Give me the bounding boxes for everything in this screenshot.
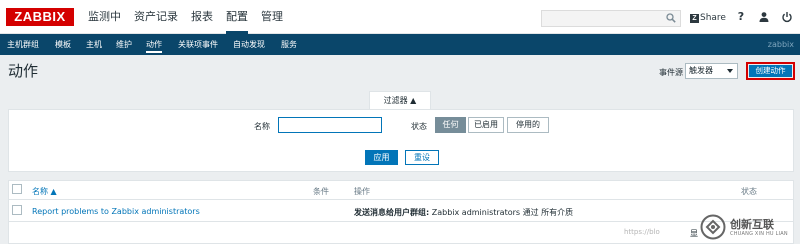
create-action-label: 创建动作: [749, 65, 792, 77]
search-box: [541, 10, 681, 27]
subnav-discovery[interactable]: 自动发现: [233, 34, 265, 55]
power-icon[interactable]: [781, 11, 793, 23]
filter-panel: [8, 109, 794, 172]
main-menu: 监测中 资产记录 报表 配置 管理: [88, 0, 296, 34]
status-option-enabled[interactable]: 已启用: [468, 117, 504, 133]
subnav-actions[interactable]: 动作: [146, 34, 162, 55]
share-link[interactable]: Z Share: [690, 12, 726, 24]
search-input[interactable]: [542, 11, 666, 26]
brand-logo-icon: [700, 214, 726, 240]
sub-navigation: 主机群组 模板 主机 维护 动作 关联项事件 自动发现 服务 zabbix: [0, 34, 800, 55]
filter-name-input[interactable]: [278, 117, 382, 133]
menu-monitoring[interactable]: 监测中: [88, 0, 121, 34]
user-icon[interactable]: [758, 11, 770, 23]
watermark-url: https://blo: [624, 228, 660, 236]
header-divider: [8, 199, 794, 200]
watermark-logo: 创新互联 CHUANG XIN HU LIAN: [700, 210, 800, 244]
menu-reports[interactable]: 报表: [191, 0, 213, 34]
subnav-correlation[interactable]: 关联项事件: [178, 34, 218, 55]
operations-bold: 发送消息给用户群组:: [354, 208, 430, 217]
column-name[interactable]: 名称 ▲: [32, 186, 57, 197]
watermark-brand-sub: CHUANG XIN HU LIAN: [730, 230, 788, 237]
menu-inventory[interactable]: 资产记录: [134, 0, 178, 34]
status-option-disabled[interactable]: 停用的: [507, 117, 549, 133]
page-title: 动作: [8, 62, 39, 80]
action-name-link[interactable]: Report problems to Zabbix administrators: [32, 207, 200, 216]
operations-detail: Zabbix administrators 通过 所有介质: [429, 208, 574, 217]
zabbix-share-icon: Z: [690, 13, 699, 23]
row-divider: [8, 221, 794, 222]
action-operations: 发送消息给用户群组: Zabbix administrators 通过 所有介质: [354, 207, 573, 218]
chevron-down-icon: [727, 69, 733, 73]
share-label: Share: [700, 13, 726, 23]
column-operations: 操作: [354, 187, 370, 196]
create-action-button[interactable]: 创建动作: [746, 62, 795, 80]
subnav-templates[interactable]: 模板: [55, 34, 71, 55]
action-status[interactable]: 显: [690, 228, 698, 239]
subnav-host-groups[interactable]: 主机群组: [7, 34, 39, 55]
search-icon[interactable]: [666, 13, 676, 23]
subnav-services[interactable]: 服务: [281, 34, 297, 55]
watermark-brand: 创新互联: [730, 217, 774, 231]
column-conditions: 条件: [313, 187, 329, 196]
event-source-value: 触发器: [689, 66, 713, 75]
status-option-any[interactable]: 任何: [435, 117, 466, 133]
filter-tab[interactable]: 过滤器 ▲: [369, 91, 431, 109]
apply-button[interactable]: 应用: [365, 150, 398, 165]
subnav-hosts[interactable]: 主机: [86, 34, 102, 55]
select-all-checkbox[interactable]: [12, 184, 22, 194]
row-checkbox[interactable]: [12, 205, 22, 215]
zabbix-logo[interactable]: ZABBIX: [6, 8, 74, 26]
menu-configuration[interactable]: 配置: [226, 0, 248, 34]
reset-button[interactable]: 重设: [405, 150, 439, 165]
help-icon[interactable]: ?: [735, 11, 747, 23]
server-name: zabbix: [767, 40, 794, 49]
event-source-select[interactable]: 触发器: [685, 63, 738, 79]
column-status: 状态: [741, 187, 757, 196]
filter-name-label: 名称: [254, 122, 270, 131]
menu-administration[interactable]: 管理: [261, 0, 283, 34]
top-header: ZABBIX 监测中 资产记录 报表 配置 管理 Z Share ?: [0, 0, 800, 34]
filter-status-label: 状态: [411, 122, 427, 131]
event-source-label: 事件源: [659, 68, 683, 77]
subnav-maintenance[interactable]: 维护: [116, 34, 132, 55]
